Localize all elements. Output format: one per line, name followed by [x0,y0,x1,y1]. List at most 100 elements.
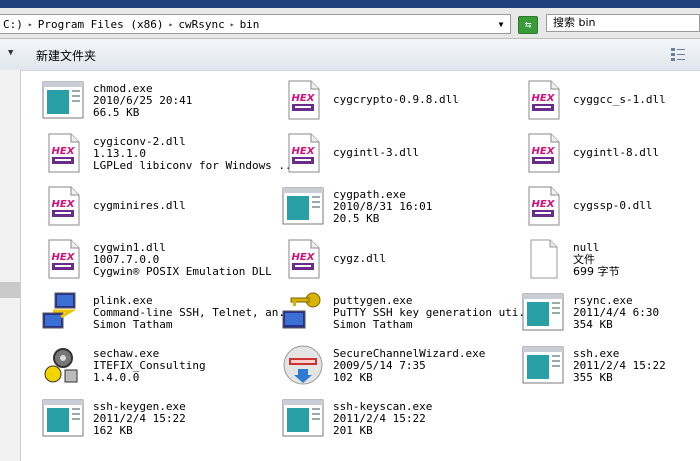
breadcrumb-program-files[interactable]: Program Files (x86) [35,18,167,31]
file-item[interactable]: chmod.exe 2010/6/25 20:41 66.5 KB [31,75,271,125]
file-details: cygcrypto-0.9.8.dll [333,94,459,106]
search-input[interactable]: 搜索 bin [546,14,700,32]
file-detail-line: 355 KB [573,371,613,384]
file-item[interactable]: null 文件 699 字节 [511,234,700,284]
view-options-icon[interactable] [670,46,686,62]
file-details: sechaw.exe ITEFIX_Consulting 1.4.0.0 [93,348,206,384]
file-details: ssh-keyscan.exe 2011/2/4 15:22 201 KB [333,401,432,437]
file-details: ssh.exe 2011/2/4 15:22 355 KB [573,348,666,384]
file-details: ssh-keygen.exe 2011/2/4 15:22 162 KB [93,401,186,437]
file-details: puttygen.exe PuTTY SSH key generation uti… [333,295,538,331]
file-item[interactable]: puttygen.exe PuTTY SSH key generation uti… [271,287,538,337]
file-details: null 文件 699 字节 [573,242,620,278]
file-details: cygminires.dll [93,200,186,212]
file-detail-line: 102 KB [333,371,373,384]
dll-file-icon: HEX [41,132,85,174]
file-name: cygz.dll [333,252,386,265]
dll-file-icon: HEX [281,132,325,174]
file-detail-line: 66.5 KB [93,106,140,119]
file-list: chmod.exe 2010/6/25 20:41 66.5 KB HEX cygcry… [21,70,700,461]
file-detail-line: 201 KB [333,424,373,437]
file-name: cygintl-3.dll [333,146,420,159]
file-details: plink.exe Command-line SSH, Telnet, an...… [93,295,298,331]
file-detail-line: Cygwin® POSIX Emulation DLL [93,265,272,278]
navigation-pane[interactable] [0,70,21,461]
dll-file-icon: HEX [521,185,565,227]
file-details: chmod.exe 2010/6/25 20:41 66.5 KB [93,83,192,119]
file-details: cygiconv-2.dll 1.13.1.0 LGPLed libiconv fo… [93,136,298,172]
svg-text:HEX: HEX [292,146,316,157]
file-item[interactable]: HEX cygssp-0.dll [511,181,700,231]
toolbar: ▼ 新建文件夹 [0,39,700,71]
file-item[interactable]: plink.exe Command-line SSH, Telnet, an...… [31,287,298,337]
file-item[interactable]: rsync.exe 2011/4/4 6:30 354 KB [511,287,700,337]
application-icon [41,397,85,439]
file-name: cygminires.dll [93,199,186,212]
window-title-band [0,0,700,8]
address-dropdown-icon[interactable]: ▼ [492,15,510,33]
refresh-icon[interactable]: ⇆ [518,16,538,34]
file-item[interactable]: HEX cygwin1.dll 1007.7.0.0 Cygwin® POSIX Em… [31,234,272,284]
file-details: cygintl-8.dll [573,147,659,159]
file-name: cygintl-8.dll [573,146,660,159]
file-detail-line: Simon Tatham [333,318,413,331]
file-item[interactable]: HEX cyggcc_s-1.dll [511,75,700,125]
file-item[interactable]: HEX cygintl-8.dll [511,128,700,178]
file-details: cygz.dll [333,253,386,265]
address-bar-area: C:) ▸ Program Files (x86) ▸ cwRsync ▸ bi… [0,8,700,39]
svg-text:HEX: HEX [52,252,76,263]
svg-text:HEX: HEX [52,199,76,210]
file-detail-line: 354 KB [573,318,613,331]
dll-file-icon: HEX [281,79,325,121]
svg-text:HEX: HEX [532,199,556,210]
file-name: cyggcc_s-1.dll [573,93,666,106]
dll-file-icon: HEX [521,132,565,174]
breadcrumb-separator-icon[interactable]: ▸ [167,20,176,29]
file-item[interactable]: HEX cygiconv-2.dll 1.13.1.0 LGPLed libiconv… [31,128,298,178]
breadcrumb-separator-icon[interactable]: ▸ [228,20,237,29]
file-item[interactable]: ssh-keygen.exe 2011/2/4 15:22 162 KB [31,393,271,443]
file-item[interactable]: ssh-keyscan.exe 2011/2/4 15:22 201 KB [271,393,511,443]
dll-file-icon: HEX [41,185,85,227]
file-item[interactable]: SecureChannelWizard.exe 2009/5/14 7:35 102… [271,340,511,390]
file-detail-line: 20.5 KB [333,212,380,225]
svg-text:HEX: HEX [292,252,316,263]
file-details: cygssp-0.dll [573,200,652,212]
navigation-selected-item[interactable] [0,282,20,298]
organize-dropdown-icon[interactable]: ▼ [8,48,13,58]
file-item[interactable]: cygpath.exe 2010/8/31 16:01 20.5 KB [271,181,511,231]
new-folder-button[interactable]: 新建文件夹 [36,47,96,64]
application-icon [41,79,85,121]
breadcrumb-bin[interactable]: bin [237,18,263,31]
application-icon [281,397,325,439]
file-details: rsync.exe 2011/4/4 6:30 354 KB [573,295,659,331]
file-name: cygcrypto-0.9.8.dll [333,93,459,106]
dll-file-icon: HEX [41,238,85,280]
breadcrumb-cwrsync[interactable]: cwRsync [175,18,227,31]
breadcrumb[interactable]: C:) ▸ Program Files (x86) ▸ cwRsync ▸ bi… [0,14,511,34]
file-detail-line: LGPLed libiconv for Windows ... [93,159,299,172]
file-detail-line: Simon Tatham [93,318,173,331]
generic-file-icon [521,238,565,280]
gear-icon [41,344,85,386]
application-icon [521,291,565,333]
plink-terminal-icon [41,291,85,333]
application-icon [281,185,325,227]
file-item[interactable]: sechaw.exe ITEFIX_Consulting 1.4.0.0 [31,340,271,390]
file-details: cyggcc_s-1.dll [573,94,666,106]
breadcrumb-separator-icon[interactable]: ▸ [26,20,35,29]
breadcrumb-drive[interactable]: C:) [0,18,26,31]
file-detail-line: 162 KB [93,424,133,437]
file-item[interactable]: HEX cygminires.dll [31,181,271,231]
file-name: cygssp-0.dll [573,199,653,212]
file-details: cygintl-3.dll [333,147,419,159]
svg-text:HEX: HEX [532,93,556,104]
file-item[interactable]: HEX cygintl-3.dll [271,128,511,178]
svg-text:HEX: HEX [292,93,316,104]
file-details: SecureChannelWizard.exe 2009/5/14 7:35 102… [333,348,485,384]
install-wizard-icon [281,344,325,386]
file-item[interactable]: HEX cygz.dll [271,234,511,284]
file-item[interactable]: ssh.exe 2011/2/4 15:22 355 KB [511,340,700,390]
file-item[interactable]: HEX cygcrypto-0.9.8.dll [271,75,511,125]
application-icon [521,344,565,386]
